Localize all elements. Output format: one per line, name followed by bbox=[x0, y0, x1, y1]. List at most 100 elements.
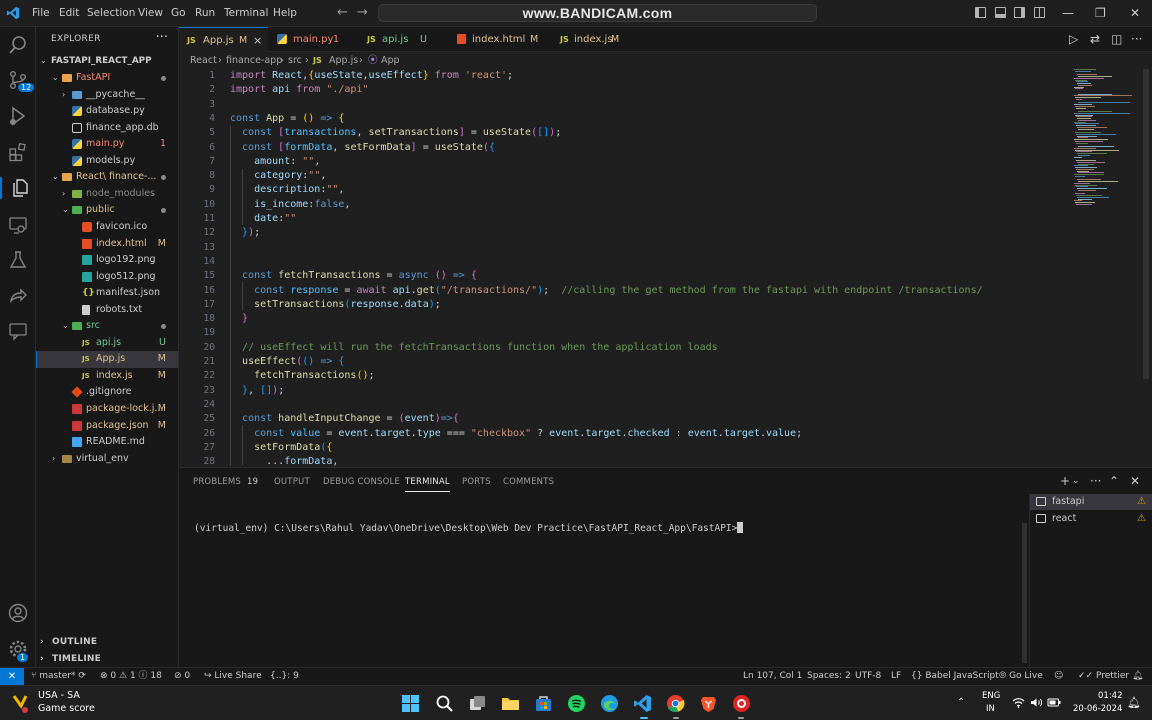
git-branch[interactable]: ⑂ master* ⟳ bbox=[31, 668, 86, 685]
input-language[interactable]: ENG bbox=[982, 691, 1000, 701]
run-debug-icon[interactable] bbox=[7, 105, 29, 127]
customize-layout-icon[interactable] bbox=[1034, 7, 1045, 18]
terminal-scrollbar[interactable] bbox=[1022, 523, 1027, 663]
breadcrumb-src[interactable]: src bbox=[288, 53, 302, 69]
problems-status[interactable]: ⊗ 0 ⚠ 1 ⓘ 18 bbox=[100, 668, 162, 685]
language-mode[interactable]: {} Babel JavaScript bbox=[911, 668, 999, 685]
explorer-item[interactable]: › __pycache__ bbox=[36, 87, 178, 104]
prettier-status[interactable]: ✓✓ Prettier bbox=[1078, 668, 1129, 685]
tab-app-js[interactable]: JS App.js M × bbox=[179, 27, 268, 52]
breadcrumb-react[interactable]: React bbox=[190, 53, 217, 69]
explorer-item[interactable]: package.json M bbox=[36, 418, 178, 435]
terminal-item-react[interactable]: react ⚠ bbox=[1030, 511, 1152, 527]
explorer-item[interactable]: › virtual_env bbox=[36, 451, 178, 468]
breadcrumb-app-js[interactable]: App.js bbox=[329, 53, 358, 69]
toggle-secondary-sidebar-icon[interactable] bbox=[1014, 7, 1025, 18]
explorer-item[interactable]: ⌄ src bbox=[36, 318, 178, 335]
menu-terminal[interactable]: Terminal bbox=[224, 7, 268, 19]
explorer-item[interactable]: logo512.png bbox=[36, 269, 178, 286]
more-actions-icon[interactable]: ··· bbox=[1131, 32, 1142, 46]
menu-file[interactable]: File bbox=[32, 7, 50, 19]
notifications-bell-icon[interactable]: 🔔︎ bbox=[1132, 668, 1143, 685]
menu-edit[interactable]: Edit bbox=[59, 7, 79, 19]
close-window-icon[interactable]: ✕ bbox=[1130, 6, 1140, 20]
tab-debug-console[interactable]: DEBUG CONSOLE bbox=[323, 477, 400, 487]
tab-close-icon[interactable]: × bbox=[253, 28, 262, 53]
notifications-bell-icon[interactable]: 🔔︎ bbox=[1127, 696, 1141, 709]
explorer-item[interactable]: .gitignore bbox=[36, 384, 178, 401]
go-live-button[interactable]: ⦾ Go Live bbox=[999, 668, 1043, 685]
explorer-item[interactable]: JS api.js U bbox=[36, 335, 178, 352]
windows-start-icon[interactable] bbox=[401, 694, 420, 713]
more-actions-icon[interactable]: ··· bbox=[1090, 474, 1101, 488]
testing-icon[interactable] bbox=[7, 249, 29, 271]
explorer-item[interactable]: JS index.js M bbox=[36, 368, 178, 385]
tab-ports[interactable]: PORTS bbox=[462, 477, 491, 487]
file-explorer-icon[interactable] bbox=[501, 694, 520, 713]
explorer-more-icon[interactable]: ··· bbox=[156, 30, 168, 45]
brace-count[interactable]: {..}: 9 bbox=[270, 668, 299, 685]
workspace-root[interactable]: ⌄ FASTAPI_REACT_APP bbox=[36, 53, 178, 70]
explorer-item[interactable]: › node_modules bbox=[36, 186, 178, 203]
explorer-item[interactable]: package-lock.j... M bbox=[36, 401, 178, 418]
account-icon[interactable] bbox=[7, 602, 29, 624]
menu-view[interactable]: View bbox=[138, 7, 163, 19]
back-arrow-icon[interactable]: ← bbox=[337, 5, 348, 20]
chrome-icon[interactable] bbox=[666, 694, 685, 713]
explorer-item[interactable]: models.py bbox=[36, 153, 178, 170]
editor-scrollbar[interactable] bbox=[1143, 69, 1149, 379]
explorer-item[interactable]: ⌄ React\ finance-... bbox=[36, 169, 178, 186]
split-editor-icon[interactable]: ◫ bbox=[1111, 32, 1122, 46]
cursor-position[interactable]: Ln 107, Col 1 bbox=[743, 668, 802, 685]
toggle-panel-icon[interactable] bbox=[995, 7, 1006, 18]
tab-comments[interactable]: COMMENTS bbox=[503, 477, 554, 487]
microsoft-store-icon[interactable] bbox=[534, 694, 553, 713]
explorer-item[interactable]: JS App.js M bbox=[36, 351, 178, 368]
explorer-item[interactable]: robots.txt bbox=[36, 302, 178, 319]
end-of-line[interactable]: LF bbox=[891, 668, 901, 685]
compare-icon[interactable]: ⇄ bbox=[1090, 32, 1100, 46]
tab-output[interactable]: OUTPUT bbox=[274, 477, 310, 487]
explorer-item[interactable]: main.py 1 bbox=[36, 136, 178, 153]
restore-icon[interactable]: ❐ bbox=[1095, 6, 1106, 20]
tab-main-py[interactable]: main.py 1 bbox=[269, 27, 351, 52]
terminal-item-fastapi[interactable]: fastapi ⚠ bbox=[1030, 494, 1152, 510]
volume-icon[interactable] bbox=[1030, 697, 1043, 708]
explorer-item[interactable]: ⌄ public bbox=[36, 202, 178, 219]
copilot-icon[interactable]: ☺ bbox=[1054, 668, 1063, 685]
minimize-icon[interactable]: — bbox=[1062, 6, 1074, 20]
indentation[interactable]: Spaces: 2 bbox=[807, 668, 851, 685]
minimap[interactable] bbox=[1070, 69, 1146, 209]
menu-help[interactable]: Help bbox=[273, 7, 297, 19]
vscode-taskbar-icon[interactable] bbox=[633, 694, 652, 713]
explorer-item[interactable]: finance_app.db bbox=[36, 120, 178, 137]
explorer-item[interactable]: favicon.ico bbox=[36, 219, 178, 236]
ports-status[interactable]: ⊘ 0 bbox=[174, 668, 190, 685]
bandicam-icon[interactable] bbox=[732, 694, 751, 713]
run-icon[interactable]: ▷ bbox=[1069, 32, 1078, 46]
menu-selection[interactable]: Selection bbox=[87, 7, 135, 19]
encoding[interactable]: UTF-8 bbox=[855, 668, 881, 685]
new-terminal-icon[interactable]: + bbox=[1060, 474, 1070, 488]
search-icon[interactable] bbox=[435, 694, 454, 713]
maximize-panel-icon[interactable]: ⌃ bbox=[1109, 474, 1119, 488]
close-panel-icon[interactable]: ✕ bbox=[1130, 474, 1140, 488]
live-share-icon[interactable] bbox=[7, 285, 29, 307]
explorer-item[interactable]: README.md bbox=[36, 434, 178, 451]
explorer-item[interactable]: database.py bbox=[36, 103, 178, 120]
explorer-icon[interactable] bbox=[0, 177, 36, 199]
breadcrumb-finance-app[interactable]: finance-app bbox=[226, 53, 282, 69]
explorer-item[interactable]: index.html M bbox=[36, 236, 178, 253]
explorer-item[interactable]: logo192.png bbox=[36, 252, 178, 269]
terminal-output[interactable]: (virtual_env) C:\Users\Rahul Yadav\OneDr… bbox=[194, 522, 744, 534]
wifi-icon[interactable] bbox=[1012, 697, 1025, 708]
tab-problems[interactable]: PROBLEMS 19 bbox=[193, 477, 258, 487]
code-editor[interactable]: 1 import React,{useState,useEffect} from … bbox=[179, 69, 1152, 466]
breadcrumb-app-symbol[interactable]: App bbox=[381, 53, 400, 69]
tab-terminal[interactable]: TERMINAL bbox=[405, 477, 450, 492]
toggle-sidebar-icon[interactable] bbox=[975, 7, 986, 18]
tab-api-js[interactable]: JS api.js U bbox=[354, 27, 442, 52]
search-icon[interactable] bbox=[7, 34, 29, 56]
edge-browser-icon[interactable] bbox=[600, 694, 619, 713]
menu-go[interactable]: Go bbox=[171, 7, 186, 19]
